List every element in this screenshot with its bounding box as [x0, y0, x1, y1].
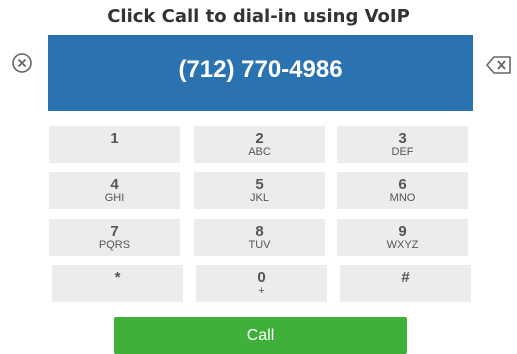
key-3[interactable]: 3 DEF	[337, 126, 468, 163]
key-7[interactable]: 7 PQRS	[49, 219, 180, 256]
key-9[interactable]: 9 WXYZ	[337, 219, 468, 256]
key-digit: 4	[110, 176, 119, 193]
key-hash[interactable]: #	[340, 265, 471, 302]
key-digit: 1	[110, 130, 119, 147]
key-6[interactable]: 6 MNO	[337, 172, 468, 209]
clear-button[interactable]	[11, 52, 33, 74]
key-0[interactable]: 0 +	[196, 265, 327, 302]
key-letters: MNO	[389, 192, 416, 204]
clear-circle-x-icon	[12, 53, 32, 73]
key-letters: DEF	[391, 146, 414, 158]
key-digit: 3	[398, 130, 407, 147]
key-letters: GHI	[104, 192, 125, 204]
key-letters: PQRS	[98, 239, 131, 251]
key-digit: 0	[257, 269, 266, 286]
key-letters: ABC	[248, 146, 271, 158]
key-digit: 9	[398, 223, 407, 240]
key-letters: JKL	[250, 192, 269, 204]
key-digit: 2	[255, 130, 264, 147]
key-digit: 7	[110, 223, 119, 240]
key-5[interactable]: 5 JKL	[194, 172, 325, 209]
key-digit: 5	[255, 176, 264, 193]
key-star[interactable]: *	[52, 265, 183, 302]
key-letters: TUV	[248, 239, 271, 251]
key-4[interactable]: 4 GHI	[49, 172, 180, 209]
key-letters: WXYZ	[386, 239, 419, 251]
key-digit: *	[114, 269, 121, 286]
key-digit: 8	[255, 223, 264, 240]
backspace-button[interactable]	[486, 55, 512, 75]
key-2[interactable]: 2 ABC	[194, 126, 325, 163]
key-8[interactable]: 8 TUV	[194, 219, 325, 256]
key-1[interactable]: 1	[49, 126, 180, 163]
key-letters: +	[258, 285, 265, 297]
dialed-number: (712) 770-4986	[178, 56, 343, 83]
call-button[interactable]: Call	[114, 317, 407, 354]
key-digit: 6	[398, 176, 407, 193]
key-digit: #	[401, 269, 410, 286]
page-title: Click Call to dial-in using VoIP	[107, 6, 410, 27]
number-display: (712) 770-4986	[48, 35, 473, 111]
backspace-icon	[486, 56, 511, 74]
